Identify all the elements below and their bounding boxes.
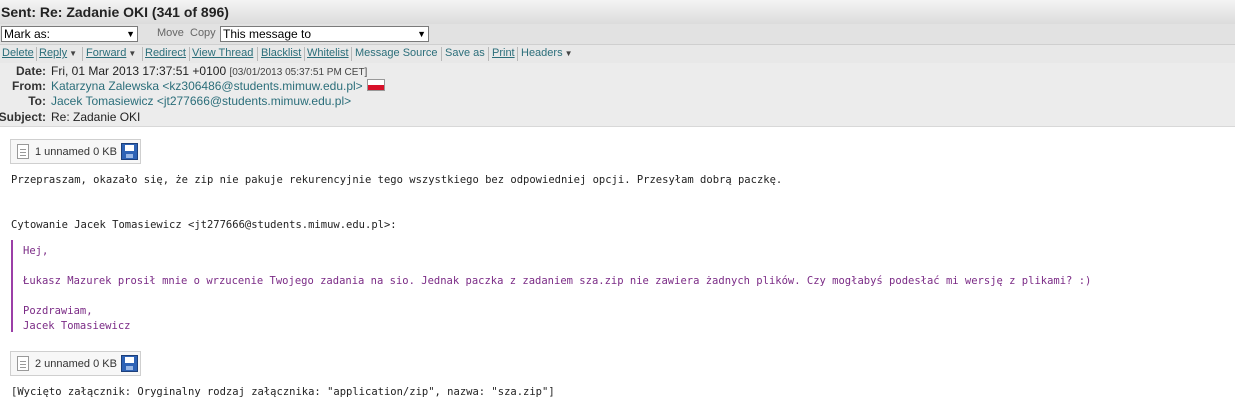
- quote-citation: Cytowanie Jacek Tomasiewicz <jt277666@st…: [11, 219, 397, 231]
- chevron-down-icon: ▼: [69, 49, 78, 58]
- quoted-message: Hej, Łukasz Mazurek prosił mnie o wrzuce…: [11, 240, 1213, 332]
- header-divider: [0, 126, 1235, 127]
- delete-label: Delete: [2, 47, 34, 59]
- save-as-label: Save as: [445, 47, 485, 59]
- quote-sign-off: Pozdrawiam,: [23, 305, 93, 317]
- headers-label: Headers: [521, 47, 563, 59]
- blacklist-label: Blacklist: [261, 47, 302, 59]
- date-value-group: Fri, 01 Mar 2013 17:37:51 +0100 [03/01/2…: [51, 64, 367, 78]
- message-title: Sent: Re: Zadanie OKI (341 of 896): [1, 4, 229, 20]
- date-local: [03/01/2013 05:37:51 PM CET]: [229, 67, 368, 78]
- message-toolbar: Delete Reply ▼ Forward ▼ Redirect View Thr…: [0, 44, 1235, 64]
- to-address-link[interactable]: Jacek Tomasiewicz <jt277666@students.mim…: [51, 94, 351, 108]
- subject-value: Re: Zadanie OKI: [51, 110, 141, 124]
- message-body-line: Przepraszam, okazało się, że zip nie pak…: [11, 174, 783, 186]
- message-title-bar: Sent: Re: Zadanie OKI (341 of 896): [0, 0, 1235, 25]
- print-link[interactable]: Print: [492, 47, 515, 59]
- toolbar-separator: [351, 47, 352, 61]
- attachment-1[interactable]: 1 unnamed 0 KB: [10, 139, 141, 164]
- message-source-label: Message Source: [355, 47, 438, 59]
- chevron-down-icon: ▼: [126, 29, 135, 39]
- date-value: Fri, 01 Mar 2013 17:37:51 +0100: [51, 64, 227, 78]
- redirect-link[interactable]: Redirect: [145, 47, 186, 59]
- save-disk-icon[interactable]: [121, 355, 138, 372]
- toolbar-separator: [488, 47, 489, 61]
- action-bar: Mark as: ▼ Move Copy This message to ▼: [0, 24, 1235, 44]
- toolbar-separator: [142, 47, 143, 61]
- attachment-2[interactable]: 2 unnamed 0 KB: [10, 351, 141, 376]
- toolbar-separator: [517, 47, 518, 61]
- mark-as-label: Mark as:: [4, 27, 51, 41]
- reply-dropdown[interactable]: Reply ▼: [39, 47, 77, 59]
- subject-row: Subject:: [0, 110, 46, 126]
- attachment-label: 1 unnamed 0 KB: [35, 146, 117, 158]
- toolbar-separator: [189, 47, 190, 61]
- target-folder-label: This message to: [223, 27, 312, 41]
- document-icon: [17, 144, 29, 159]
- toolbar-separator: [304, 47, 305, 61]
- copy-button[interactable]: Copy: [190, 27, 216, 39]
- headers-dropdown[interactable]: Headers ▼: [521, 47, 573, 59]
- chevron-down-icon: ▼: [128, 49, 137, 58]
- view-thread-link[interactable]: View Thread: [192, 47, 253, 59]
- forward-label: Forward: [86, 47, 127, 59]
- date-label: Date:: [15, 64, 46, 78]
- toolbar-separator: [36, 47, 37, 61]
- from-address-link[interactable]: Katarzyna Zalewska <kz306486@students.mi…: [51, 79, 363, 93]
- poland-flag-icon: [366, 79, 385, 91]
- reply-label: Reply: [39, 47, 68, 59]
- target-folder-select[interactable]: This message to ▼: [220, 26, 429, 42]
- save-disk-icon[interactable]: [121, 143, 138, 160]
- document-icon: [17, 356, 29, 371]
- date-row: Date:: [0, 64, 46, 80]
- message-source-link[interactable]: Message Source: [355, 47, 438, 59]
- quote-text: Łukasz Mazurek prosił mnie o wrzucenie T…: [23, 275, 1092, 287]
- delete-link[interactable]: Delete: [2, 47, 34, 59]
- forward-dropdown[interactable]: Forward ▼: [86, 47, 136, 59]
- blacklist-link[interactable]: Blacklist: [261, 47, 301, 59]
- to-label: To:: [28, 94, 46, 108]
- chevron-down-icon: ▼: [564, 49, 573, 58]
- chevron-down-icon: ▼: [417, 29, 426, 39]
- redirect-label: Redirect: [145, 47, 186, 59]
- message-headers: Date: Fri, 01 Mar 2013 17:37:51 +0100 [0…: [0, 63, 1235, 126]
- from-row: From:: [0, 79, 46, 95]
- save-as-link[interactable]: Save as: [445, 47, 485, 59]
- toolbar-separator: [82, 47, 83, 61]
- from-value-group: Katarzyna Zalewska <kz306486@students.mi…: [51, 79, 385, 93]
- subject-label: Subject:: [0, 110, 46, 124]
- removed-attachment-note: [Wycięto załącznik: Oryginalny rodzaj za…: [11, 386, 555, 398]
- quote-signature: Jacek Tomasiewicz: [23, 320, 131, 332]
- whitelist-label: Whitelist: [307, 47, 349, 59]
- to-row: To:: [0, 94, 46, 110]
- quote-greeting: Hej,: [23, 245, 49, 257]
- mark-as-select[interactable]: Mark as: ▼: [1, 26, 138, 42]
- toolbar-separator: [257, 47, 258, 61]
- toolbar-separator: [441, 47, 442, 61]
- view-thread-label: View Thread: [192, 47, 254, 59]
- whitelist-link[interactable]: Whitelist: [307, 47, 349, 59]
- print-label: Print: [492, 47, 515, 59]
- from-label: From:: [12, 79, 46, 93]
- attachment-label: 2 unnamed 0 KB: [35, 358, 117, 370]
- move-button[interactable]: Move: [157, 27, 184, 39]
